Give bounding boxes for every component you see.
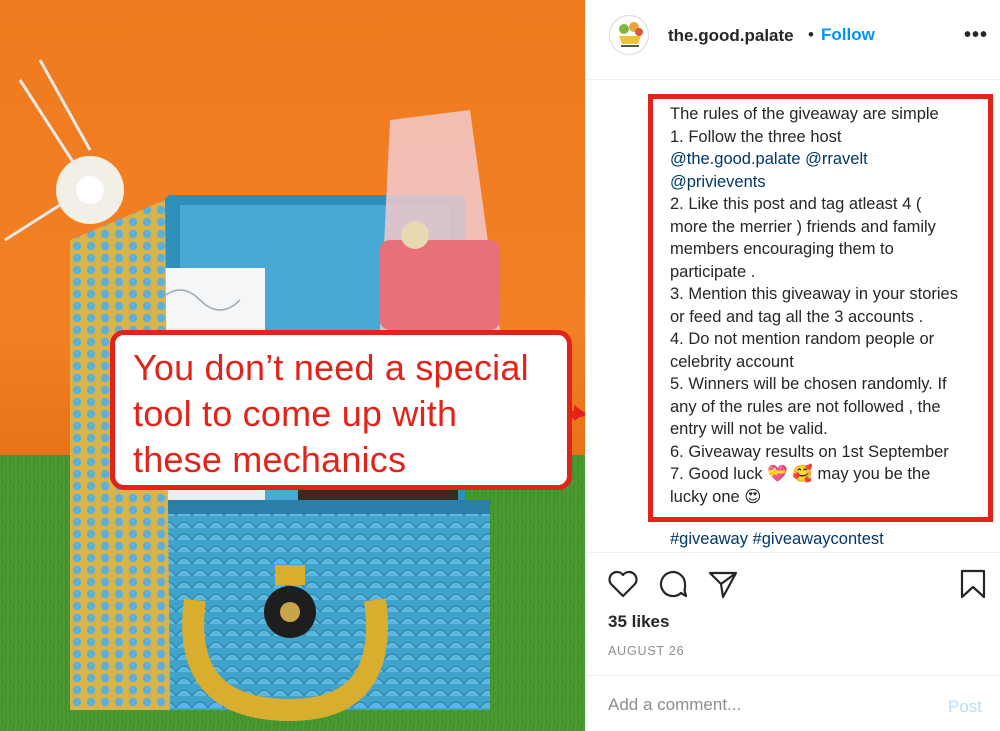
caption-line: celebrity account xyxy=(670,352,794,371)
caption-line: any of the rules are not followed , the xyxy=(670,397,941,416)
username-link[interactable]: the.good.palate xyxy=(668,26,794,46)
heart-icon[interactable] xyxy=(606,567,640,601)
divider xyxy=(586,552,1000,553)
follow-button[interactable]: Follow xyxy=(821,25,875,45)
caption-line: more the merrier ) friends and family xyxy=(670,217,936,236)
avatar-logo-icon xyxy=(619,22,643,47)
caption-line: The rules of the giveaway are simple xyxy=(670,105,939,123)
caption-mentions[interactable]: @privievents xyxy=(670,171,992,194)
divider xyxy=(586,675,1000,676)
share-icon[interactable] xyxy=(706,567,740,601)
caption-line: entry will not be valid. xyxy=(670,420,828,438)
callout-line: these mechanics xyxy=(133,439,407,480)
annotation-callout: You don’t need a special tool to come up… xyxy=(110,330,572,490)
bookmark-icon[interactable] xyxy=(956,567,990,601)
more-options-icon[interactable]: ••• xyxy=(964,24,988,47)
caption-line: 4. Do not mention random people or xyxy=(670,330,935,348)
caption-hashtags[interactable]: #giveaway #giveawaycontest xyxy=(670,530,884,549)
caption-line: or feed and tag all the 3 accounts . xyxy=(670,307,924,326)
separator-dot: • xyxy=(808,25,814,44)
callout-text: You don’t need a special tool to come up… xyxy=(133,345,553,483)
comment-icon[interactable] xyxy=(656,567,690,601)
caption-line: 6. Giveaway results on 1st September xyxy=(670,442,949,461)
caption-line: 5. Winners will be chosen randomly. If xyxy=(670,375,947,393)
callout-line: tool to come up with xyxy=(133,393,458,434)
post-comment-button[interactable]: Post xyxy=(948,697,982,717)
likes-count[interactable]: 35 likes xyxy=(608,612,669,632)
post-caption: The rules of the giveaway are simple 1. … xyxy=(670,103,992,508)
post-date: AUGUST 26 xyxy=(608,644,685,658)
caption-line: lucky one 😍 xyxy=(670,487,762,506)
caption-line: members encouraging them to xyxy=(670,240,894,258)
post-photo[interactable]: You don’t need a special tool to come up… xyxy=(0,0,585,731)
caption-mentions[interactable]: @the.good.palate @rravelt xyxy=(670,148,992,171)
caption-line: 3. Mention this giveaway in your stories xyxy=(670,285,958,303)
post-header: the.good.palate • Follow ••• xyxy=(586,0,1000,80)
post-side-panel: the.good.palate • Follow ••• The rules o… xyxy=(585,0,1000,731)
caption-line: 1. Follow the three host xyxy=(670,127,842,146)
caption-line: 7. Good luck 💝 🥰 may you be the xyxy=(670,465,931,483)
avatar[interactable] xyxy=(609,15,649,55)
caption-line: participate . xyxy=(670,262,756,281)
callout-line: You don’t need a special xyxy=(133,347,529,388)
comment-input[interactable] xyxy=(608,695,938,715)
caption-line: 2. Like this post and tag atleast 4 ( xyxy=(670,195,922,213)
